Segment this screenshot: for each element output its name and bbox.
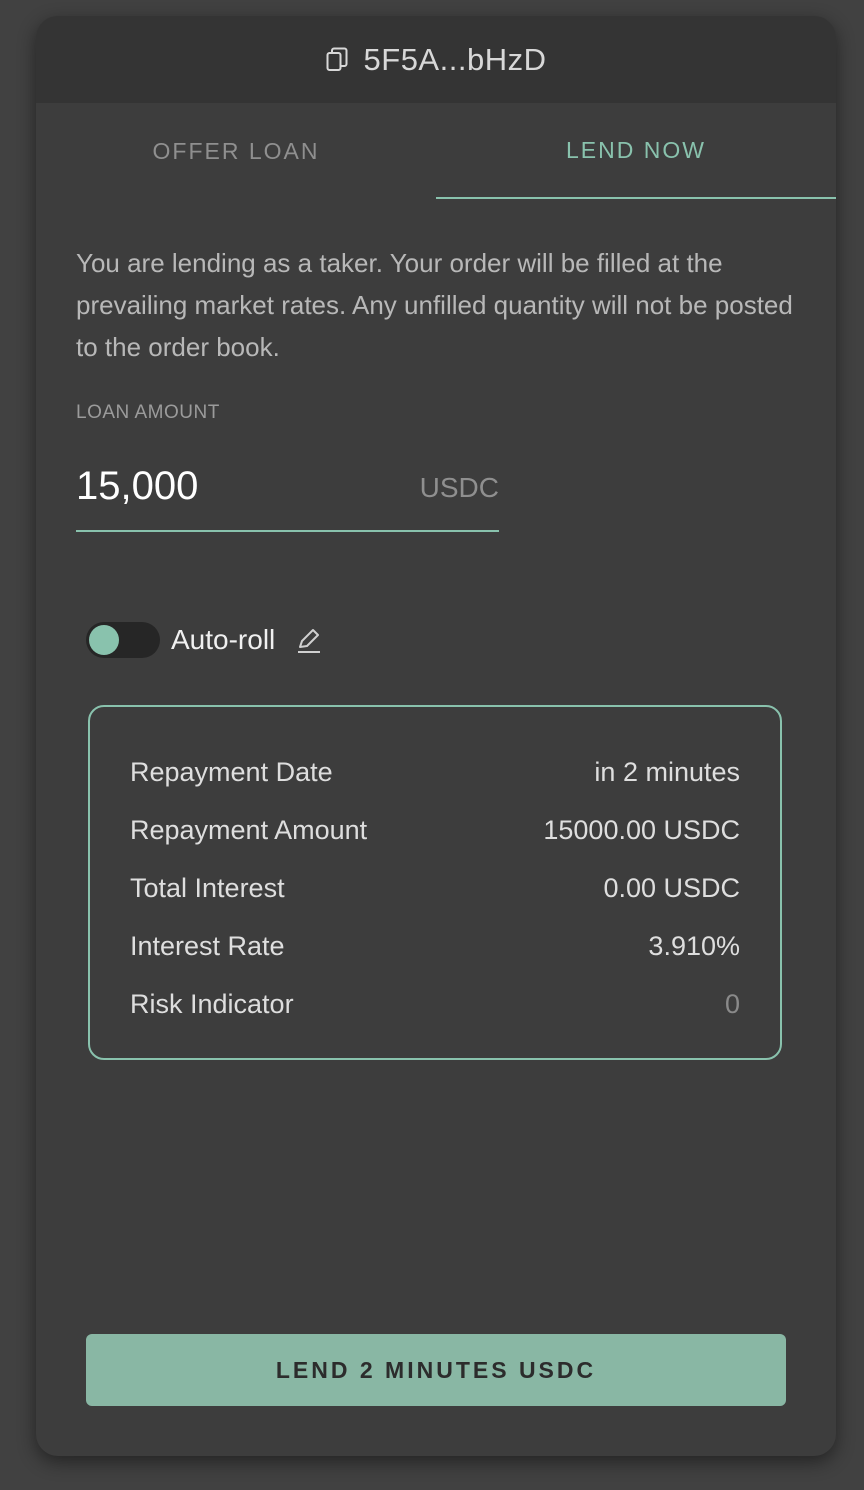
- lend-panel: 5F5A...bHzD OFFER LOAN LEND NOW You are …: [36, 16, 836, 1456]
- summary-row-label: Risk Indicator: [130, 988, 294, 1019]
- summary-row-label: Total Interest: [130, 872, 285, 903]
- summary-row: Repayment Date in 2 minutes: [130, 743, 740, 801]
- summary-row-label: Repayment Amount: [130, 814, 368, 845]
- pencil-icon[interactable]: [275, 626, 323, 654]
- toggle-knob: [89, 625, 119, 655]
- summary-row: Interest Rate 3.910%: [130, 917, 740, 975]
- loan-amount-input[interactable]: [76, 458, 376, 514]
- loan-amount-field: USDC: [76, 456, 499, 532]
- auto-roll-label: Auto-roll: [171, 624, 276, 655]
- loan-amount-label: LOAN AMOUNT: [76, 402, 220, 423]
- wallet-address[interactable]: 5F5A...bHzD: [364, 42, 547, 78]
- summary-row-value: 0: [724, 988, 740, 1019]
- summary-row-value: 15000.00 USDC: [543, 814, 740, 845]
- taker-description: You are lending as a taker. Your order w…: [76, 248, 793, 362]
- tab-bar: OFFER LOAN LEND NOW: [36, 103, 836, 199]
- currency-unit: USDC: [419, 472, 499, 503]
- summary-row-value: 0.00 USDC: [603, 872, 740, 903]
- summary-row-value: in 2 minutes: [594, 756, 740, 787]
- copy-icon[interactable]: [326, 47, 348, 73]
- auto-roll-row: Auto-roll: [86, 620, 323, 660]
- tab-offer-loan[interactable]: OFFER LOAN: [36, 103, 436, 199]
- lend-button[interactable]: LEND 2 MINUTES USDC: [86, 1334, 786, 1406]
- tab-lend-now[interactable]: LEND NOW: [436, 103, 836, 199]
- summary-row: Total Interest 0.00 USDC: [130, 859, 740, 917]
- auto-roll-toggle[interactable]: [86, 622, 160, 658]
- order-summary: Repayment Date in 2 minutes Repayment Am…: [88, 705, 782, 1060]
- summary-row: Repayment Amount 15000.00 USDC: [130, 801, 740, 859]
- summary-row-value: 3.910%: [648, 930, 740, 961]
- summary-row-label: Interest Rate: [130, 930, 285, 961]
- summary-row-label: Repayment Date: [130, 756, 333, 787]
- wallet-header: 5F5A...bHzD: [36, 16, 836, 103]
- summary-row: Risk Indicator 0: [130, 975, 740, 1033]
